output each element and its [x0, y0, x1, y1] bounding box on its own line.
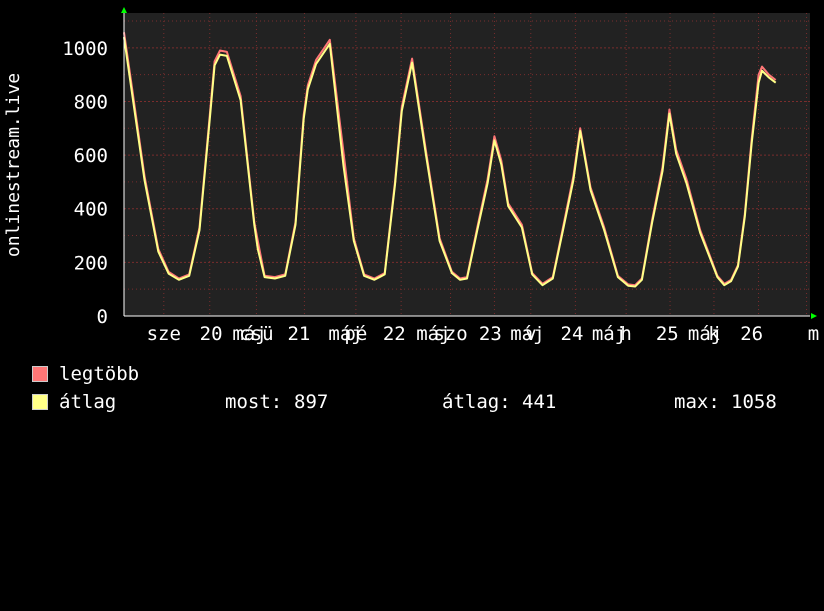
legend-label-max: legtöbb — [59, 363, 140, 385]
x-tick-label: sze — [147, 323, 181, 345]
stat-current-label: most: — [225, 391, 283, 413]
chart-root: 0 200 400 600 800 1000 sze 20 máj csü 21 máj pé 22 má… — [0, 0, 824, 430]
legend-label-avg: átlag — [59, 391, 117, 413]
stat-average-label: átlag: — [442, 391, 511, 413]
y-axis-arrow-icon — [121, 7, 127, 13]
legend-item-avg: átlag most: 897 átlag: 441 max: 1058 — [32, 391, 812, 413]
x-tick-label: v — [525, 323, 536, 345]
x-tick-label: 23 — [479, 323, 502, 345]
x-tick-label: 21 — [287, 323, 310, 345]
y-tick-label: 200 — [74, 252, 108, 274]
stat-max-label: max: — [674, 391, 720, 413]
y-tick-label: 600 — [74, 145, 108, 167]
y-tick-label: 1000 — [62, 38, 108, 60]
y-tick-label: 400 — [74, 199, 108, 221]
stat-max-value: 1058 — [731, 391, 777, 413]
y-axis-label: onlinestream.live — [3, 73, 24, 257]
legend-item-max: legtöbb — [32, 363, 139, 385]
legend-swatch-avg — [32, 394, 48, 410]
x-tick-label: 24 — [561, 323, 584, 345]
x-tick-label: csü — [239, 323, 273, 345]
x-axis-arrow-icon — [811, 313, 817, 319]
x-tick-label: h — [620, 323, 631, 345]
y-tick-label: 800 — [74, 91, 108, 113]
legend-swatch-max — [32, 366, 48, 382]
x-tick-label: pé — [344, 323, 367, 345]
stat-current-value: 897 — [294, 391, 329, 413]
x-tick-label: 25 — [656, 323, 679, 345]
y-axis-ticks: 0 200 400 600 800 1000 — [62, 38, 108, 328]
x-tick-label: 22 — [383, 323, 406, 345]
x-tick-label: 26 — [740, 323, 763, 345]
x-tick-label: m — [808, 323, 819, 345]
x-axis-ticks: sze 20 májcsü 21 májpé 22 májszo 23 májv 24 májh 25… — [147, 323, 820, 345]
y-tick-label: 0 — [97, 306, 108, 328]
x-tick-label: k — [708, 323, 720, 345]
x-tick-label: szo — [433, 323, 467, 345]
x-tick-label: 20 — [200, 323, 223, 345]
stat-average-value: 441 — [522, 391, 557, 413]
